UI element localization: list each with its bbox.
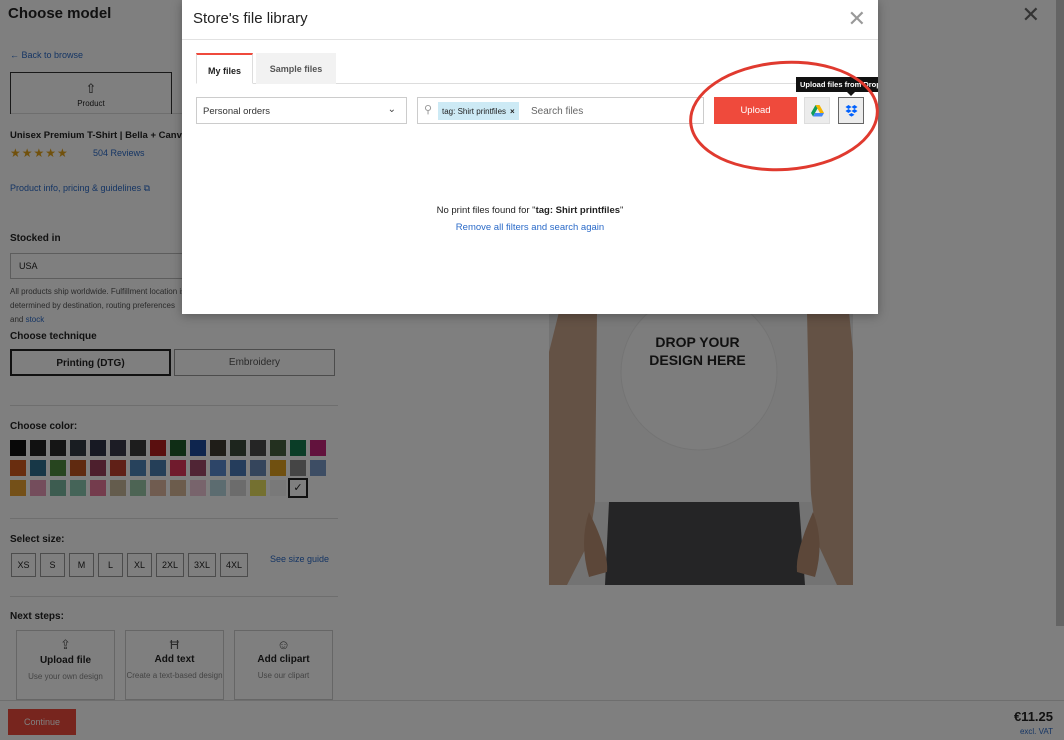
tab-sample-files[interactable]: Sample files — [256, 53, 336, 84]
chevron-down-icon: ⌄ — [387, 104, 396, 115]
modal-close-icon[interactable]: ✕ — [848, 6, 866, 32]
empty-prefix: No print files found for " — [436, 205, 536, 216]
search-input[interactable] — [531, 102, 691, 120]
search-box: ⚲ tag: Shirt printfiles × — [417, 97, 704, 124]
folder-select[interactable]: Personal orders ⌄ — [196, 97, 407, 124]
modal-title: Store's file library — [193, 10, 308, 27]
filter-chip-label: tag: Shirt printfiles — [442, 107, 507, 116]
divider — [182, 39, 878, 40]
empty-suffix: " — [620, 205, 624, 216]
filter-chip: tag: Shirt printfiles × — [438, 102, 519, 120]
search-icon: ⚲ — [424, 104, 433, 116]
empty-term: tag: Shirt printfiles — [535, 205, 621, 216]
remove-filters-link[interactable]: Remove all filters and search again — [182, 222, 878, 233]
remove-filter-icon[interactable]: × — [510, 107, 515, 116]
tab-my-files[interactable]: My files — [196, 53, 253, 84]
folder-select-value: Personal orders — [203, 106, 271, 117]
empty-state-message: No print files found for "tag: Shirt pri… — [182, 205, 878, 216]
